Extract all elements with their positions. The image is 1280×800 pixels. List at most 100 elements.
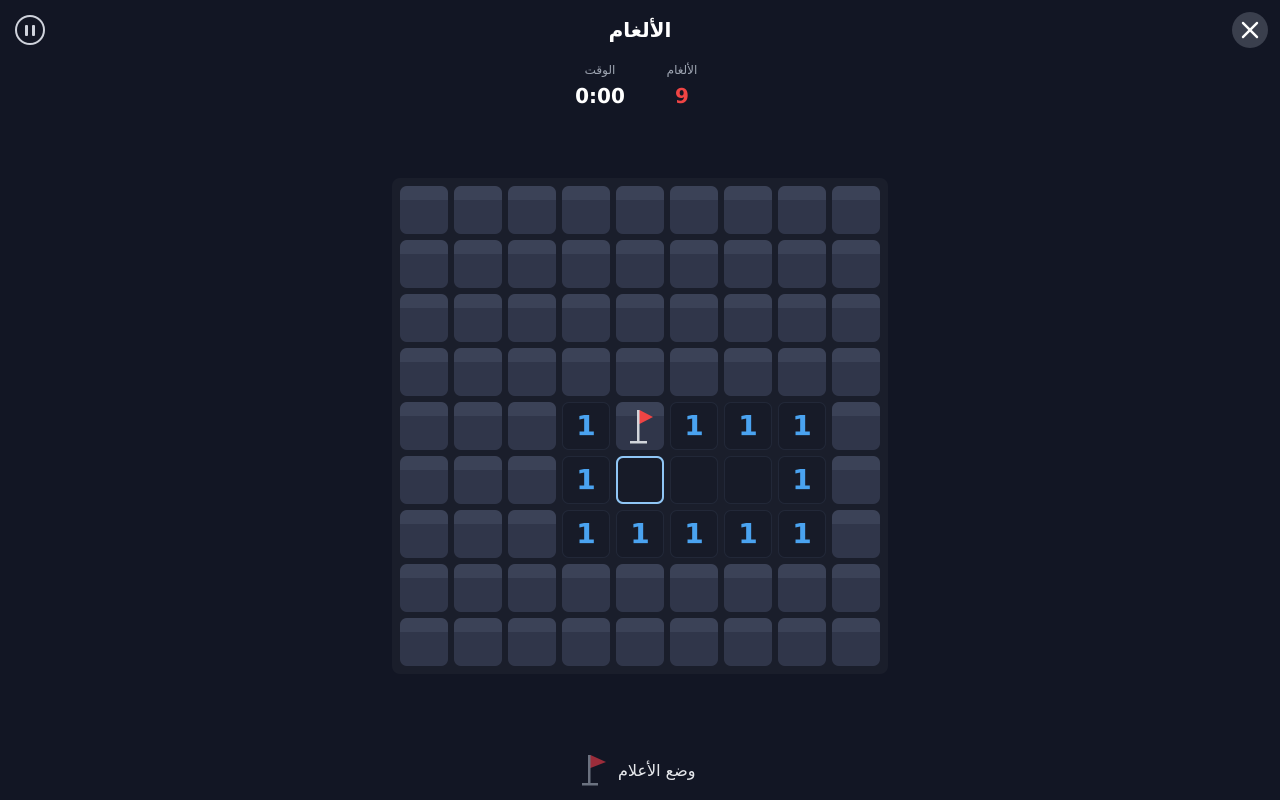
hidden-cell[interactable]: [832, 618, 880, 666]
cell-number: 1: [738, 409, 758, 442]
hidden-cell[interactable]: [724, 348, 772, 396]
revealed-cell[interactable]: [670, 456, 718, 504]
hidden-cell[interactable]: [508, 186, 556, 234]
hidden-cell[interactable]: [832, 402, 880, 450]
flag-icon: [582, 755, 606, 786]
hidden-cell[interactable]: [778, 186, 826, 234]
revealed-cell[interactable]: 1: [724, 402, 772, 450]
hidden-cell[interactable]: [454, 186, 502, 234]
hidden-cell[interactable]: [508, 402, 556, 450]
revealed-cell[interactable]: 1: [670, 402, 718, 450]
hidden-cell[interactable]: [778, 240, 826, 288]
cell-number: 1: [684, 517, 704, 550]
hidden-cell[interactable]: [832, 564, 880, 612]
hidden-cell[interactable]: [562, 294, 610, 342]
hidden-cell[interactable]: [616, 564, 664, 612]
hidden-cell[interactable]: [778, 294, 826, 342]
hidden-cell[interactable]: [508, 510, 556, 558]
time-stat: الوقت 0:00: [560, 62, 640, 108]
hidden-cell[interactable]: [670, 186, 718, 234]
hidden-cell[interactable]: [454, 348, 502, 396]
hidden-cell[interactable]: [562, 240, 610, 288]
cell-number: 1: [630, 517, 650, 550]
hidden-cell[interactable]: [670, 618, 718, 666]
hidden-cell[interactable]: [454, 402, 502, 450]
hidden-cell[interactable]: [562, 564, 610, 612]
hidden-cell[interactable]: [616, 294, 664, 342]
hidden-cell[interactable]: [562, 348, 610, 396]
time-label: الوقت: [584, 63, 616, 77]
close-icon: [1241, 21, 1259, 39]
hidden-cell[interactable]: [562, 186, 610, 234]
hidden-cell[interactable]: [724, 294, 772, 342]
hidden-cell[interactable]: [454, 456, 502, 504]
hidden-cell[interactable]: [508, 618, 556, 666]
game-board: 1 1 1 1 1 1 1 1 1 1 1: [392, 178, 888, 674]
hidden-cell[interactable]: [724, 186, 772, 234]
hidden-cell[interactable]: [724, 618, 772, 666]
hidden-cell[interactable]: [400, 618, 448, 666]
hidden-cell[interactable]: [616, 348, 664, 396]
hidden-cell[interactable]: [832, 456, 880, 504]
revealed-cell[interactable]: 1: [778, 402, 826, 450]
hidden-cell[interactable]: [400, 294, 448, 342]
hidden-cell[interactable]: [832, 348, 880, 396]
hidden-cell[interactable]: [400, 240, 448, 288]
hidden-cell[interactable]: [400, 348, 448, 396]
hidden-cell[interactable]: [454, 294, 502, 342]
hidden-cell[interactable]: [616, 618, 664, 666]
revealed-cell[interactable]: [724, 456, 772, 504]
hidden-cell[interactable]: [832, 186, 880, 234]
revealed-cell[interactable]: 1: [616, 510, 664, 558]
hidden-cell[interactable]: [508, 564, 556, 612]
hidden-cell[interactable]: [562, 618, 610, 666]
cell-number: 1: [792, 463, 812, 496]
hidden-cell[interactable]: [616, 186, 664, 234]
hidden-cell[interactable]: [832, 240, 880, 288]
hidden-cell[interactable]: [454, 564, 502, 612]
revealed-cell[interactable]: 1: [778, 510, 826, 558]
cell-number: 1: [738, 517, 758, 550]
hidden-cell[interactable]: [508, 348, 556, 396]
mines-value: 9: [675, 84, 689, 108]
hidden-cell[interactable]: [400, 456, 448, 504]
hidden-cell[interactable]: [400, 564, 448, 612]
hidden-cell[interactable]: [778, 348, 826, 396]
hidden-cell[interactable]: [778, 618, 826, 666]
revealed-cell[interactable]: 1: [670, 510, 718, 558]
time-value: 0:00: [575, 84, 625, 108]
revealed-cell[interactable]: 1: [562, 510, 610, 558]
hidden-cell[interactable]: [508, 456, 556, 504]
minesweeper-app: الألغام الوقت 0:00 الألغام 9 11111111111…: [0, 0, 1280, 800]
revealed-cell[interactable]: 1: [562, 456, 610, 504]
hidden-cell[interactable]: [400, 186, 448, 234]
hidden-cell[interactable]: [508, 294, 556, 342]
hidden-cell[interactable]: [508, 240, 556, 288]
hidden-cell[interactable]: [778, 564, 826, 612]
flag-mode-toggle[interactable]: وضع الأعلام: [580, 750, 720, 790]
revealed-cell[interactable]: 1: [724, 510, 772, 558]
hidden-cell[interactable]: [400, 402, 448, 450]
hidden-cell[interactable]: [400, 510, 448, 558]
hidden-cell[interactable]: [454, 618, 502, 666]
flagged-cell[interactable]: [616, 402, 664, 450]
hidden-cell[interactable]: [724, 564, 772, 612]
hidden-cell[interactable]: [724, 240, 772, 288]
mines-stat: الألغام 9: [642, 62, 722, 108]
cell-number: 1: [576, 517, 596, 550]
hidden-cell[interactable]: [670, 240, 718, 288]
hidden-cell[interactable]: [832, 294, 880, 342]
selected-cell[interactable]: [616, 456, 664, 504]
hidden-cell[interactable]: [670, 294, 718, 342]
hidden-cell[interactable]: [670, 348, 718, 396]
flag-mode-label: وضع الأعلام: [618, 760, 696, 780]
hidden-cell[interactable]: [454, 240, 502, 288]
hidden-cell[interactable]: [616, 240, 664, 288]
hidden-cell[interactable]: [670, 564, 718, 612]
hidden-cell[interactable]: [832, 510, 880, 558]
revealed-cell[interactable]: 1: [562, 402, 610, 450]
flag-icon: [630, 410, 653, 444]
close-button[interactable]: [1232, 12, 1268, 48]
hidden-cell[interactable]: [454, 510, 502, 558]
revealed-cell[interactable]: 1: [778, 456, 826, 504]
